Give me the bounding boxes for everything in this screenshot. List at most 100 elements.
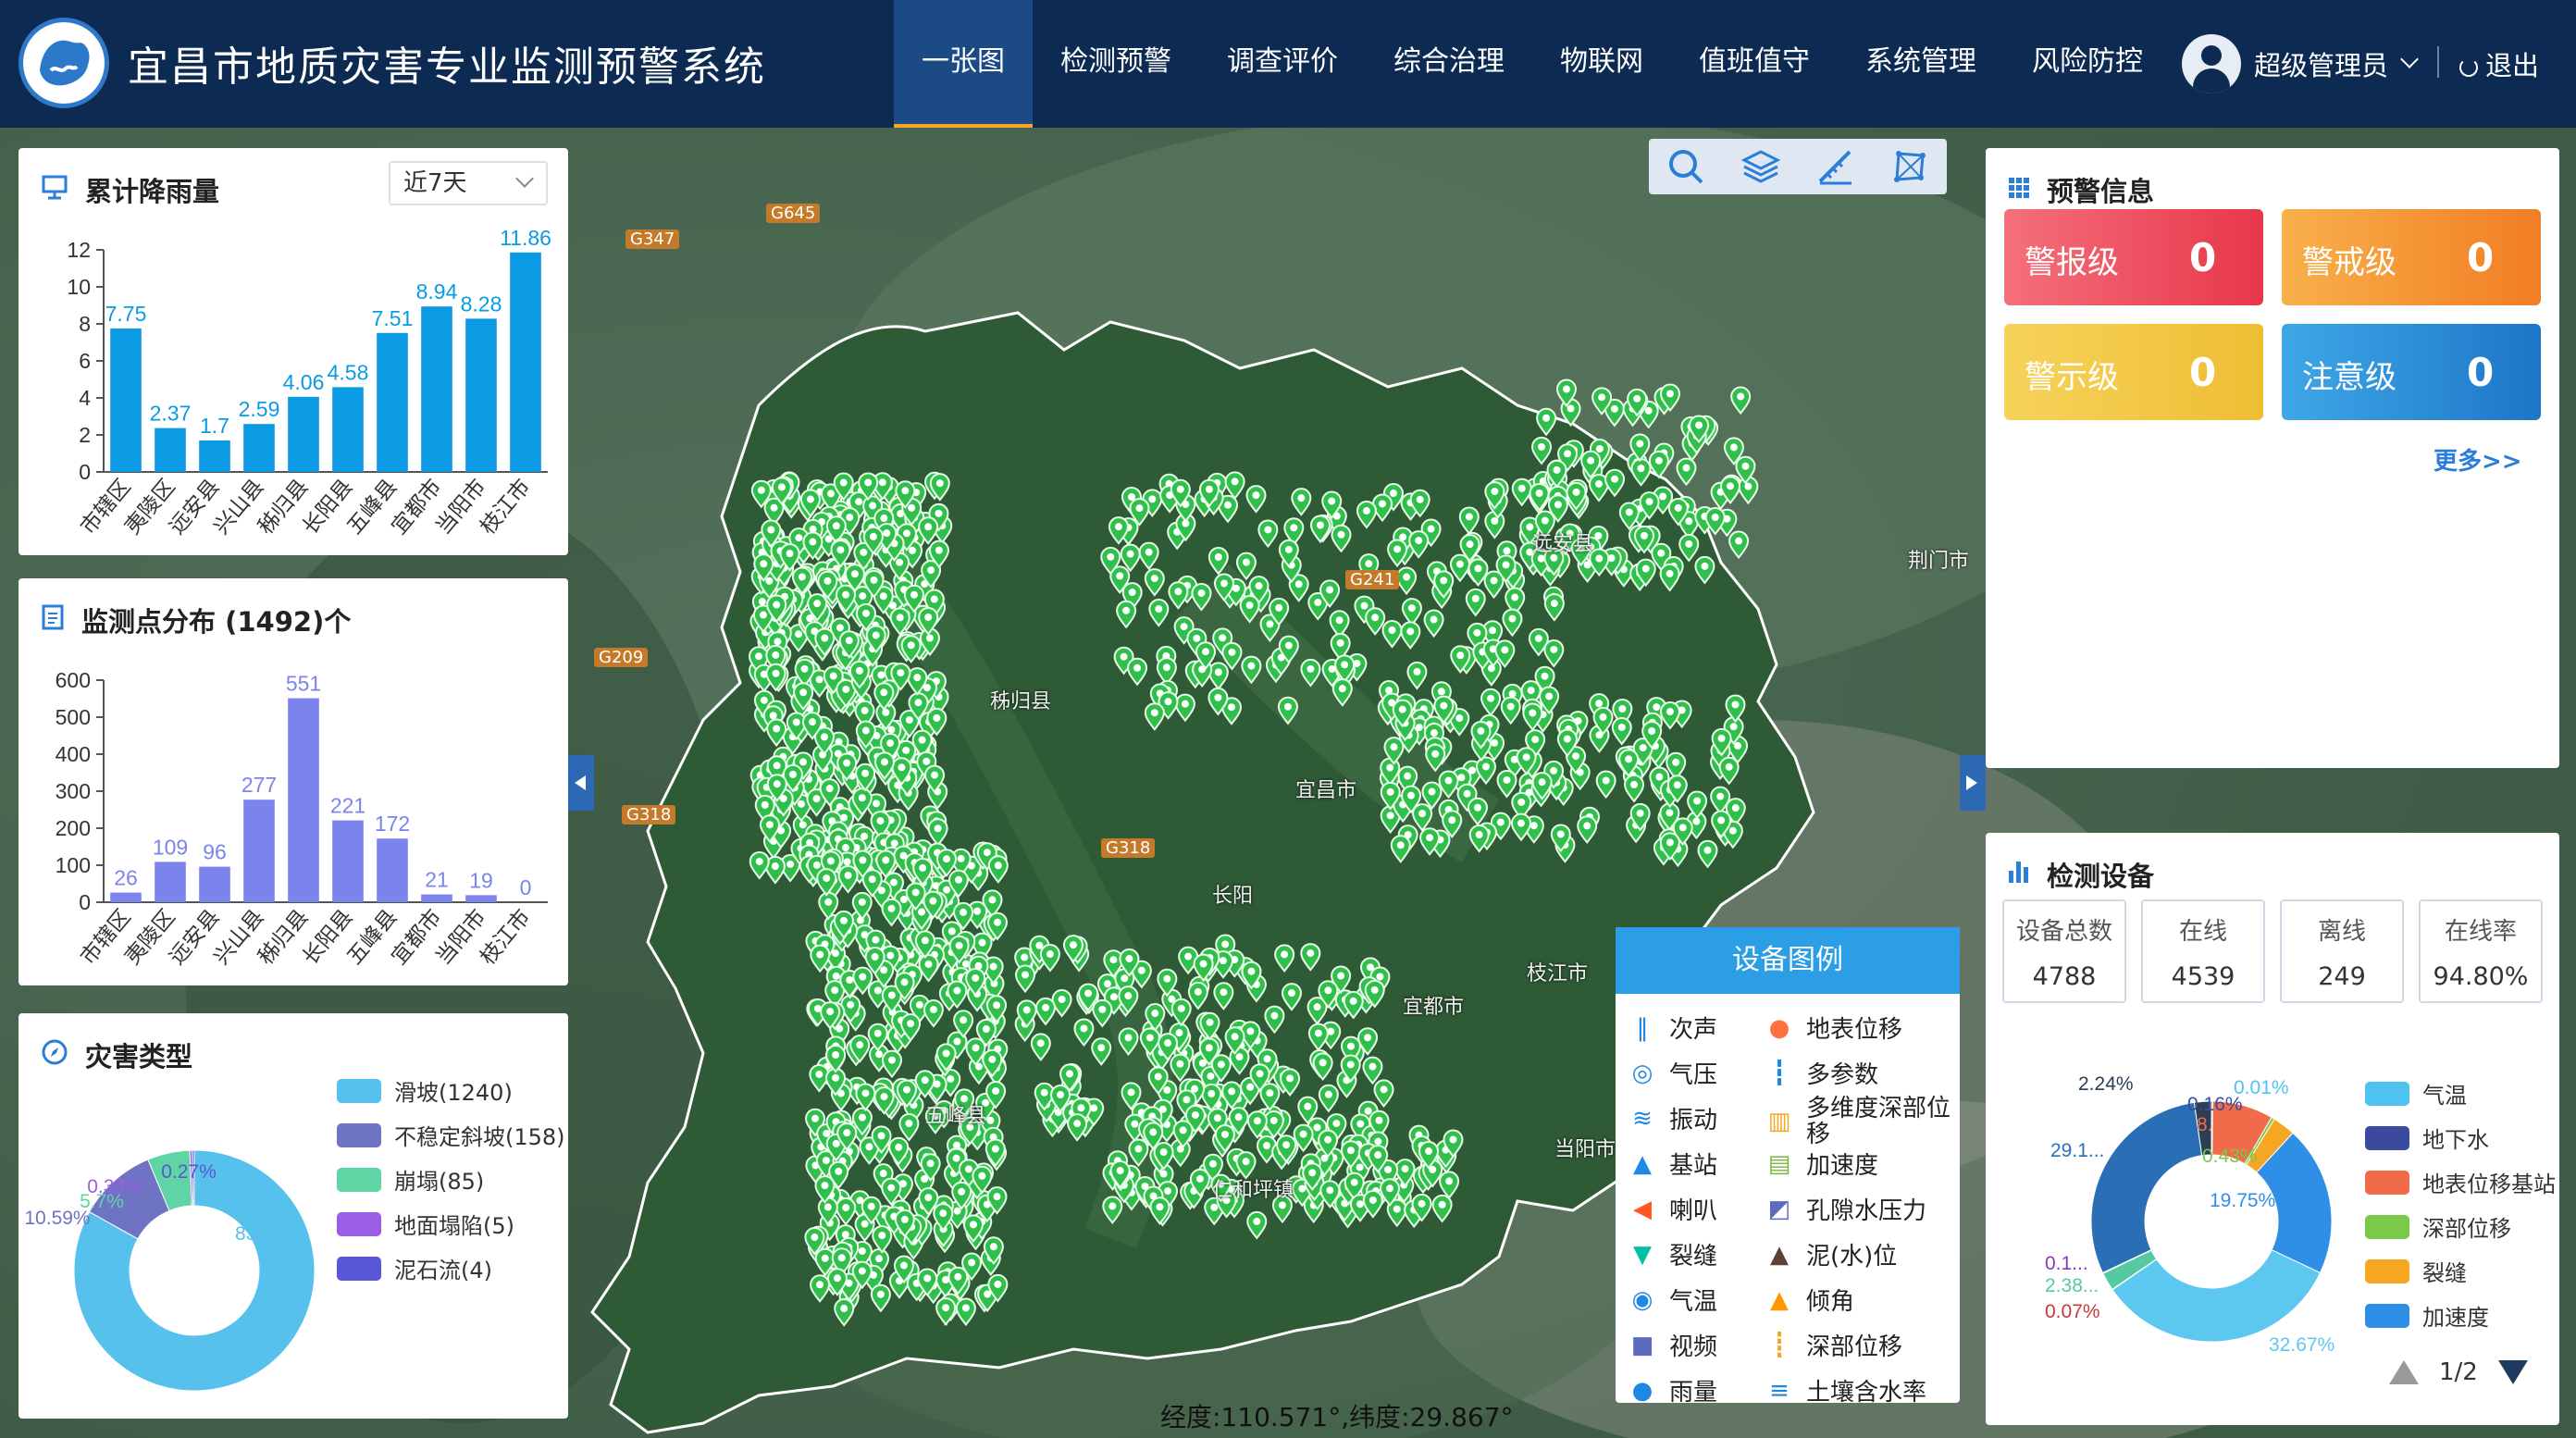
legend-item-multi-deep-displacement: ▥ 多维度深部位移 (1764, 1096, 1954, 1147)
app-logo (19, 18, 109, 108)
nav-duty[interactable]: 值班值守 (1671, 0, 1838, 128)
bar (199, 866, 230, 902)
category-label: 枝江市 (476, 475, 535, 539)
collapse-left-panel-button[interactable] (568, 755, 594, 811)
nav-comprehensive-governance[interactable]: 综合治理 (1366, 0, 1532, 128)
alert-level-count: 0 (2467, 235, 2495, 280)
collapse-right-panel-button[interactable] (1960, 755, 1986, 811)
hazard-legend-item[interactable]: 崩塌(85) (337, 1163, 484, 1196)
bar-value-label: 1.7 (200, 414, 229, 438)
legend-swatch (2365, 1170, 2409, 1195)
slice-pct-label: 0.43% (2202, 1146, 2258, 1167)
nav-one-map[interactable]: 一张图 (894, 0, 1033, 128)
top-bar: 宜昌市地质灾害专业监测预警系统 一张图 检测预警 调查评价 综合治理 物联网 值… (0, 0, 2576, 128)
bar-value-label: 4.06 (283, 370, 325, 394)
bar-value-label: 2.59 (239, 397, 280, 421)
legend-item-deep-displacement: ┋ 深部位移 (1764, 1328, 1902, 1362)
logout-label: 退出 (2485, 50, 2540, 81)
slice-pct-label: 32.67% (2269, 1334, 2334, 1356)
device-legend-item[interactable]: 深部位移 (2365, 1210, 2511, 1243)
y-tick-label: 2 (79, 423, 91, 447)
map-label-jingmen: 荆门市 (1908, 550, 1970, 573)
bar (465, 895, 497, 902)
legend-item-multi-parameter: ┇ 多参数 (1764, 1056, 1878, 1090)
map-label-dangyang: 当阳市 (1554, 1138, 1616, 1161)
hazard-legend-item[interactable]: 滑坡(1240) (337, 1074, 513, 1107)
temperature-icon: ◉ (1631, 1285, 1653, 1314)
legend-label: 地面塌陷(5) (394, 1213, 514, 1239)
device-legend-item[interactable]: 裂缝 (2365, 1255, 2467, 1287)
road-marker: G241 (1345, 570, 1400, 589)
y-tick-label: 400 (56, 742, 91, 766)
bar (288, 698, 319, 902)
bar-value-label: 4.58 (328, 360, 369, 384)
hazard-legend-item[interactable]: 泥石流(4) (337, 1252, 492, 1284)
category-label: 枝江市 (476, 905, 535, 970)
surface-displacement-icon: ● (1768, 1013, 1790, 1042)
legend-item-temperature: ◉ 气温 (1627, 1283, 1717, 1317)
hazard-legend-item[interactable]: 地面塌陷(5) (337, 1208, 514, 1240)
bar-value-label: 551 (286, 672, 321, 696)
app-title: 宜昌市地质灾害专业监测预警系统 (128, 43, 766, 91)
nav-survey-evaluation[interactable]: 调查评价 (1199, 0, 1366, 128)
road-marker: G318 (1101, 838, 1156, 858)
user-menu[interactable]: 超级管理员 (2182, 31, 2419, 96)
legend-swatch (337, 1078, 381, 1103)
nav-monitoring-warning[interactable]: 检测预警 (1033, 0, 1199, 128)
logout-button[interactable]: 退出 (2459, 44, 2539, 83)
legend-item-label: 裂缝 (1669, 1243, 1718, 1271)
hazard-legend-item[interactable]: 不稳定斜坡(158) (337, 1119, 565, 1151)
warning-info-panel: 预警信息 警报级 0 警戒级 0 警示级 0 注意级 0 更多>> (1986, 148, 2559, 768)
device-legend-item[interactable]: 地表位移基站 (2365, 1166, 2556, 1198)
legend-label: 不稳定斜坡(158) (394, 1124, 565, 1150)
y-tick-label: 0 (79, 890, 91, 914)
attention-level-card[interactable]: 注意级 0 (2282, 324, 2541, 420)
y-tick-label: 8 (79, 312, 91, 336)
map-label-zhijiang: 枝江市 (1527, 962, 1589, 986)
alert-level-card[interactable]: 警戒级 0 (2282, 209, 2541, 305)
page-down-icon[interactable] (2497, 1360, 2528, 1384)
measure-tool-icon[interactable] (1812, 143, 1858, 190)
road-marker: G347 (625, 229, 680, 249)
layers-tool-icon[interactable] (1738, 143, 1784, 190)
legend-swatch (2365, 1258, 2409, 1283)
y-tick-label: 500 (56, 705, 91, 729)
warning-level-card[interactable]: 警示级 0 (2004, 324, 2263, 420)
chevron-down-icon (2400, 50, 2419, 68)
legend-item-video: ■ 视频 (1627, 1328, 1717, 1362)
legend-swatch (337, 1122, 381, 1147)
nav-risk-prevention[interactable]: 风险防控 (2004, 0, 2171, 128)
legend-swatch (2365, 1125, 2409, 1150)
y-tick-label: 4 (79, 386, 91, 410)
crack-icon: ▼ (1633, 1240, 1652, 1269)
device-legend-item[interactable]: 地下水 (2365, 1122, 2489, 1154)
multi-parameter-icon: ┇ (1772, 1059, 1787, 1087)
page-up-icon[interactable] (2389, 1360, 2419, 1384)
search-tool-icon[interactable] (1663, 143, 1709, 190)
bar (155, 862, 186, 902)
rainfall-panel: 累计降雨量 近7天 0 2 4 6 8 10 12 7.75 市辖区 2.37 夷陵区 1.7 远安县 2… (19, 148, 568, 555)
nav-system-management[interactable]: 系统管理 (1838, 0, 2004, 128)
more-link[interactable]: 更多>> (2434, 442, 2522, 477)
map-label-wufeng: 五峰县 (925, 1105, 987, 1128)
header-divider (2437, 46, 2439, 78)
alarm-level-card[interactable]: 警报级 0 (2004, 209, 2263, 305)
user-name: 超级管理员 (2254, 50, 2389, 81)
legend-label: 崩塌(85) (394, 1169, 485, 1195)
legend-item-label: 气温 (1669, 1288, 1718, 1316)
area-tool-icon[interactable] (1887, 143, 1933, 190)
legend-item-soil-moisture: ≡ 土壤含水率 (1764, 1373, 1926, 1407)
device-legend-item[interactable]: 加速度 (2365, 1299, 2489, 1332)
slice-pct-label: 0.27% (161, 1161, 217, 1183)
nav-iot[interactable]: 物联网 (1532, 0, 1671, 128)
legend-pager: 1/2 (2389, 1358, 2528, 1386)
legend-item-infrasound: ‖ 次声 (1627, 1010, 1718, 1045)
bar-value-label: 0 (520, 875, 532, 899)
bar (465, 318, 497, 472)
warning-title-text: 预警信息 (2047, 176, 2155, 207)
device-legend-item[interactable]: 气温 (2365, 1077, 2467, 1109)
legend-label: 加速度 (2422, 1305, 2489, 1331)
power-icon (2459, 58, 2478, 77)
legend-item-label: 雨量 (1669, 1379, 1718, 1407)
legend-item-label: 视频 (1669, 1333, 1718, 1361)
